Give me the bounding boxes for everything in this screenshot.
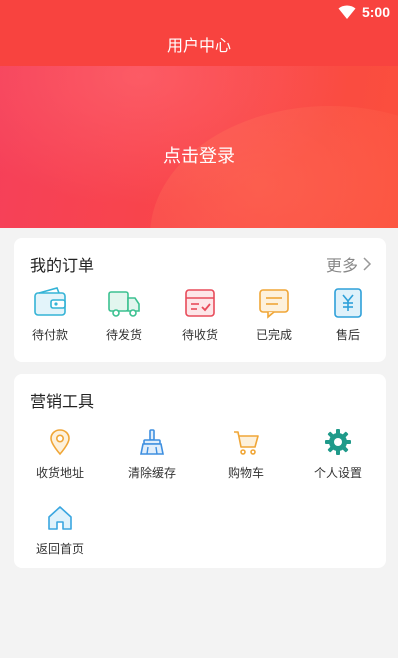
wifi-icon (338, 5, 356, 19)
more-orders-link[interactable]: 更多 (326, 252, 372, 276)
tool-item-label: 收货地址 (35, 466, 84, 480)
home-icon (48, 506, 72, 530)
tool-item-label: 返回首页 (35, 542, 84, 556)
wallet-icon (34, 287, 66, 316)
cart-icon (234, 431, 259, 455)
yuan-refund-icon (334, 288, 362, 318)
status-time: 5:00 (361, 4, 390, 20)
chevron-right-icon (363, 257, 372, 271)
tool-back-home[interactable]: 返回首页 (20, 504, 100, 557)
location-pin-icon (50, 429, 70, 456)
login-button[interactable]: 点击登录 (0, 142, 398, 168)
order-item-label: 待收货 (181, 328, 218, 342)
orders-card: 我的订单 更多 待付款 待发货 待收货 已完成 售后 (14, 238, 386, 362)
login-banner: 点击登录 (0, 66, 398, 228)
order-item-label: 已完成 (255, 328, 292, 342)
order-after-sales[interactable]: 售后 (316, 286, 380, 343)
page-title: 用户中心 (166, 36, 231, 55)
orders-title: 我的订单 (30, 256, 95, 275)
order-item-label: 待付款 (31, 328, 68, 342)
order-pending-receipt[interactable]: 待收货 (168, 286, 232, 343)
tool-clear-cache[interactable]: 清除缓存 (112, 428, 192, 481)
nav-bar: 用户中心 (0, 26, 398, 66)
tool-shipping-address[interactable]: 收货地址 (20, 428, 100, 481)
box-check-icon (185, 289, 215, 317)
truck-icon (108, 291, 140, 317)
tools-card: 营销工具 收货地址 清除缓存 购物车 个人设置 返回首页 (14, 374, 386, 568)
tool-item-label: 清除缓存 (127, 466, 176, 480)
gear-icon (325, 429, 351, 455)
order-pending-shipment[interactable]: 待发货 (92, 286, 156, 343)
tool-item-label: 购物车 (227, 466, 264, 480)
order-completed[interactable]: 已完成 (242, 286, 306, 343)
tool-item-label: 个人设置 (313, 466, 362, 480)
order-item-label: 待发货 (105, 328, 142, 342)
more-label: 更多 (325, 256, 358, 275)
order-item-label: 售后 (335, 328, 360, 342)
tool-shopping-cart[interactable]: 购物车 (206, 428, 286, 481)
broom-icon (140, 429, 164, 455)
tool-personal-settings[interactable]: 个人设置 (298, 428, 378, 481)
status-bar: 5:00 (0, 0, 398, 26)
message-icon (259, 289, 289, 319)
order-pending-payment[interactable]: 待付款 (18, 286, 82, 343)
tools-title: 营销工具 (30, 392, 95, 411)
